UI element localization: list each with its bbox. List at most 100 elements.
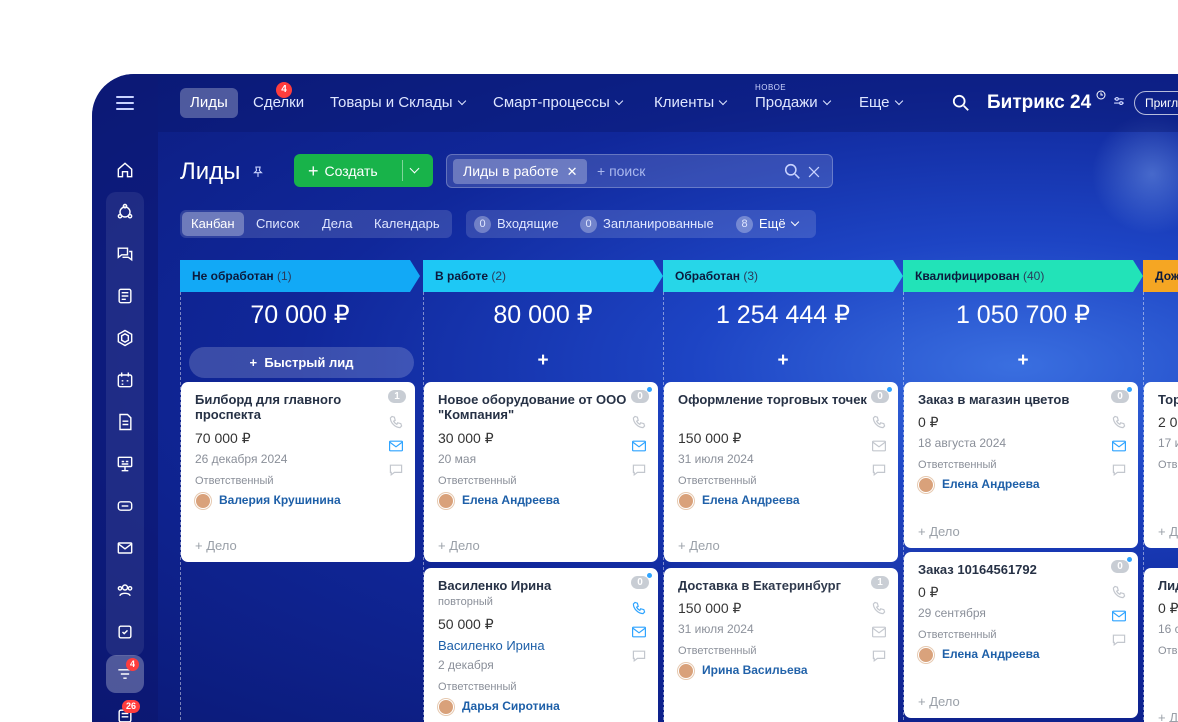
- add-activity-link[interactable]: + Д: [1158, 710, 1178, 722]
- add-activity-link[interactable]: + Дело: [678, 538, 720, 553]
- chat-icon[interactable]: [871, 648, 889, 664]
- phone-icon[interactable]: [871, 600, 889, 616]
- mail-icon[interactable]: [631, 624, 649, 640]
- filter-search-box[interactable]: Лиды в работе ✕ + поиск: [446, 154, 833, 188]
- phone-icon[interactable]: [631, 414, 649, 430]
- mail-icon[interactable]: [631, 438, 649, 454]
- nav-sales[interactable]: Продажи: [745, 88, 840, 118]
- chat-icon[interactable]: [113, 242, 137, 266]
- lead-card[interactable]: Доставка в Екатеринбург 1 150 000 ₽ 31 июля…: [664, 568, 898, 722]
- search-input[interactable]: + поиск: [597, 163, 645, 179]
- clear-icon[interactable]: [807, 165, 821, 179]
- search-icon[interactable]: [784, 163, 801, 180]
- add-activity-link[interactable]: + Д: [1158, 524, 1178, 539]
- lead-card[interactable]: Оформление торговых точек 0 150 000 ₽ 31 ию…: [664, 382, 898, 562]
- responsible-person[interactable]: Елена Андреева: [678, 493, 800, 509]
- counter-more[interactable]: 8 Ещё: [736, 210, 799, 238]
- chat-icon[interactable]: [1111, 462, 1129, 478]
- column-header[interactable]: В работе (2): [423, 260, 663, 292]
- lead-card[interactable]: Заказ 10164561792 0 0 ₽ 29 сентября Ответств…: [904, 552, 1138, 718]
- close-icon[interactable]: ✕: [567, 159, 578, 184]
- chevron-down-icon[interactable]: [409, 163, 420, 174]
- mail-icon[interactable]: [1111, 438, 1129, 454]
- responsible-person[interactable]: Дарья Сиротина: [438, 699, 560, 715]
- column-header[interactable]: Обработан (3): [663, 260, 903, 292]
- tab-kanban[interactable]: Канбан: [182, 212, 244, 236]
- mail-icon[interactable]: [871, 624, 889, 640]
- add-lead-button[interactable]: +: [423, 350, 663, 372]
- nav-products[interactable]: Товары и Склады: [320, 88, 475, 118]
- tab-calendar[interactable]: Календарь: [365, 212, 449, 236]
- create-button[interactable]: + Создать: [294, 154, 433, 187]
- home-icon[interactable]: [113, 158, 137, 182]
- chat-icon[interactable]: [871, 462, 889, 478]
- contacts-icon[interactable]: [113, 578, 137, 602]
- card-title[interactable]: Лид: [1158, 578, 1178, 593]
- chat-icon[interactable]: [631, 648, 649, 664]
- nav-more[interactable]: Еще: [849, 88, 912, 118]
- column-header[interactable]: Дож: [1143, 260, 1178, 292]
- card-title[interactable]: Тор ком: [1158, 392, 1178, 407]
- card-title[interactable]: Заказ в магазин цветов: [918, 392, 1108, 407]
- card-title[interactable]: Новое оборудование от ООО "Компания": [438, 392, 628, 422]
- responsible-person[interactable]: Елена Андреева: [918, 647, 1040, 663]
- calendar-icon[interactable]: [113, 368, 137, 392]
- phone-icon[interactable]: [1111, 584, 1129, 600]
- phone-icon[interactable]: [1111, 414, 1129, 430]
- chat-icon[interactable]: [631, 462, 649, 478]
- menu-icon[interactable]: [116, 96, 134, 110]
- lead-card[interactable]: Тор ком 2 0 17 и Отв + Д: [1144, 382, 1178, 548]
- add-activity-link[interactable]: + Дело: [918, 524, 960, 539]
- phone-icon[interactable]: [388, 414, 406, 430]
- column-header[interactable]: Квалифицирован (40): [903, 260, 1143, 292]
- card-title[interactable]: Билборд для главного проспекта: [195, 392, 385, 422]
- lead-card[interactable]: Заказ в магазин цветов 0 0 ₽ 18 августа 202…: [904, 382, 1138, 548]
- counter-incoming[interactable]: 0 Входящие: [474, 210, 559, 238]
- hexagon-icon[interactable]: [113, 326, 137, 350]
- mail-icon[interactable]: [1111, 608, 1129, 624]
- card-title[interactable]: Заказ 10164561792: [918, 562, 1108, 577]
- card-title[interactable]: Доставка в Екатеринбург: [678, 578, 868, 593]
- add-activity-link[interactable]: + Дело: [195, 538, 237, 553]
- lead-card[interactable]: Новое оборудование от ООО "Компания" 0 30 …: [424, 382, 658, 562]
- add-lead-button[interactable]: +: [903, 350, 1143, 372]
- card-contact[interactable]: Василенко Ирина: [438, 638, 545, 653]
- chat-icon[interactable]: [1111, 632, 1129, 648]
- tasks-icon[interactable]: [113, 620, 137, 644]
- document-icon[interactable]: [113, 410, 137, 434]
- counter-planned[interactable]: 0 Запланированные: [580, 210, 714, 238]
- tab-activities[interactable]: Дела: [313, 212, 361, 236]
- add-lead-button[interactable]: +: [663, 350, 903, 372]
- card-title[interactable]: Василенко Ирина: [438, 578, 628, 593]
- add-activity-link[interactable]: + Дело: [918, 694, 960, 709]
- filter-chip[interactable]: Лиды в работе ✕: [453, 159, 587, 184]
- responsible-person[interactable]: Ирина Васильева: [678, 663, 808, 679]
- search-icon[interactable]: [952, 94, 970, 112]
- lead-card[interactable]: Василенко Ирина 0 повторный 50 000 ₽ Василен…: [424, 568, 658, 722]
- responsible-person[interactable]: Елена Андреева: [918, 477, 1040, 493]
- lead-card[interactable]: Лид 0 ₽ 16 с Отв + Д: [1144, 568, 1178, 722]
- invite-button[interactable]: Пригл: [1134, 91, 1178, 115]
- lead-card[interactable]: Билборд для главного проспекта 1 70 000 ₽ 2…: [181, 382, 415, 562]
- news-icon[interactable]: [113, 284, 137, 308]
- phone-icon[interactable]: [631, 600, 649, 616]
- responsible-person[interactable]: Валерия Крушинина: [195, 493, 341, 509]
- responsible-person[interactable]: Елена Андреева: [438, 493, 560, 509]
- chat-icon[interactable]: [388, 462, 406, 478]
- nav-leads[interactable]: Лиды: [180, 88, 238, 118]
- add-activity-link[interactable]: + Дело: [438, 538, 480, 553]
- column-header[interactable]: Не обработан (1): [180, 260, 420, 292]
- mail-icon[interactable]: [871, 438, 889, 454]
- card-title[interactable]: Оформление торговых точек: [678, 392, 868, 407]
- nav-clients[interactable]: Клиенты: [644, 88, 736, 118]
- nav-smart-processes[interactable]: Смарт-процессы: [483, 88, 632, 118]
- presentation-icon[interactable]: [113, 452, 137, 476]
- quick-lead-button[interactable]: + Быстрый лид: [189, 347, 414, 378]
- mail-icon[interactable]: [388, 438, 406, 454]
- storage-icon[interactable]: [113, 494, 137, 518]
- mail-icon[interactable]: [113, 536, 137, 560]
- crm-icon[interactable]: [113, 200, 137, 224]
- phone-icon[interactable]: [871, 414, 889, 430]
- pin-icon[interactable]: [251, 165, 265, 179]
- tab-list[interactable]: Список: [247, 212, 308, 236]
